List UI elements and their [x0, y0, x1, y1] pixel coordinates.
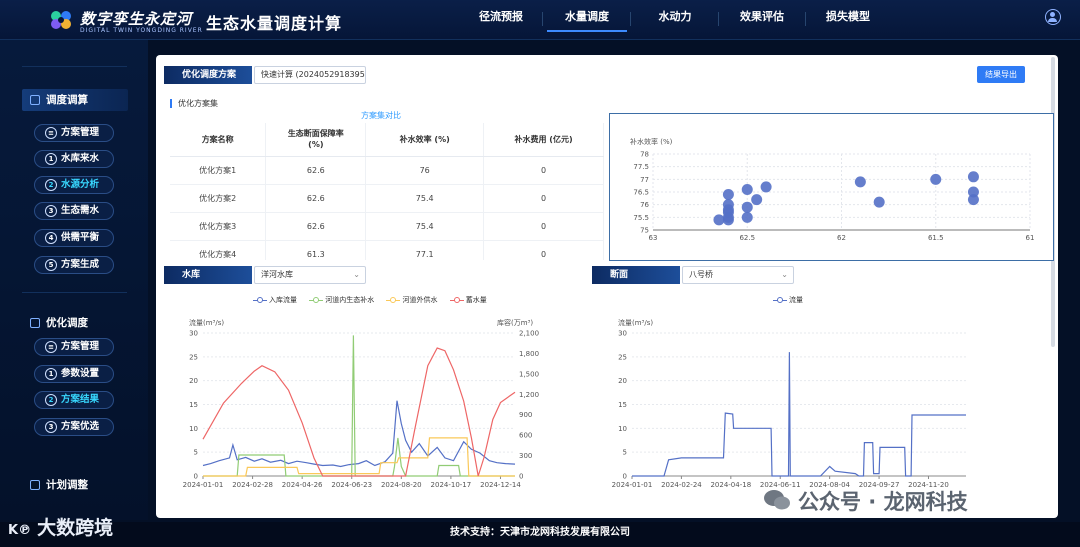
- y-tick-label: 20: [618, 377, 627, 385]
- series-line: [632, 352, 966, 477]
- x-tick-label: 2024-04-18: [710, 481, 751, 489]
- y-axis-label: 流量(m³/s): [618, 318, 653, 327]
- watermark-left: K℗ 大数跨境: [8, 517, 114, 539]
- section-line-chart: 流量(m³/s) 0 5 10 15 20 25 30 2024-01-01 2024-02-24…: [612, 318, 966, 489]
- wechat-icon: [764, 490, 790, 510]
- x-tick-label: 2024-02-24: [661, 481, 702, 489]
- y-tick-label: 10: [618, 425, 627, 433]
- y-tick-label: 5: [623, 449, 627, 457]
- watermark-right: 公众号 · 龙网科技: [798, 490, 968, 514]
- footer: 技术支持：天津市龙网科技发展有限公司: [0, 522, 1080, 547]
- y-tick-label: 30: [618, 330, 627, 338]
- watermark-logo-icon: K℗: [8, 523, 32, 538]
- y-tick-label: 25: [618, 353, 627, 361]
- y-tick-label: 0: [623, 473, 627, 481]
- x-tick-label: 2024-01-01: [612, 481, 653, 489]
- y-tick-label: 15: [618, 401, 627, 409]
